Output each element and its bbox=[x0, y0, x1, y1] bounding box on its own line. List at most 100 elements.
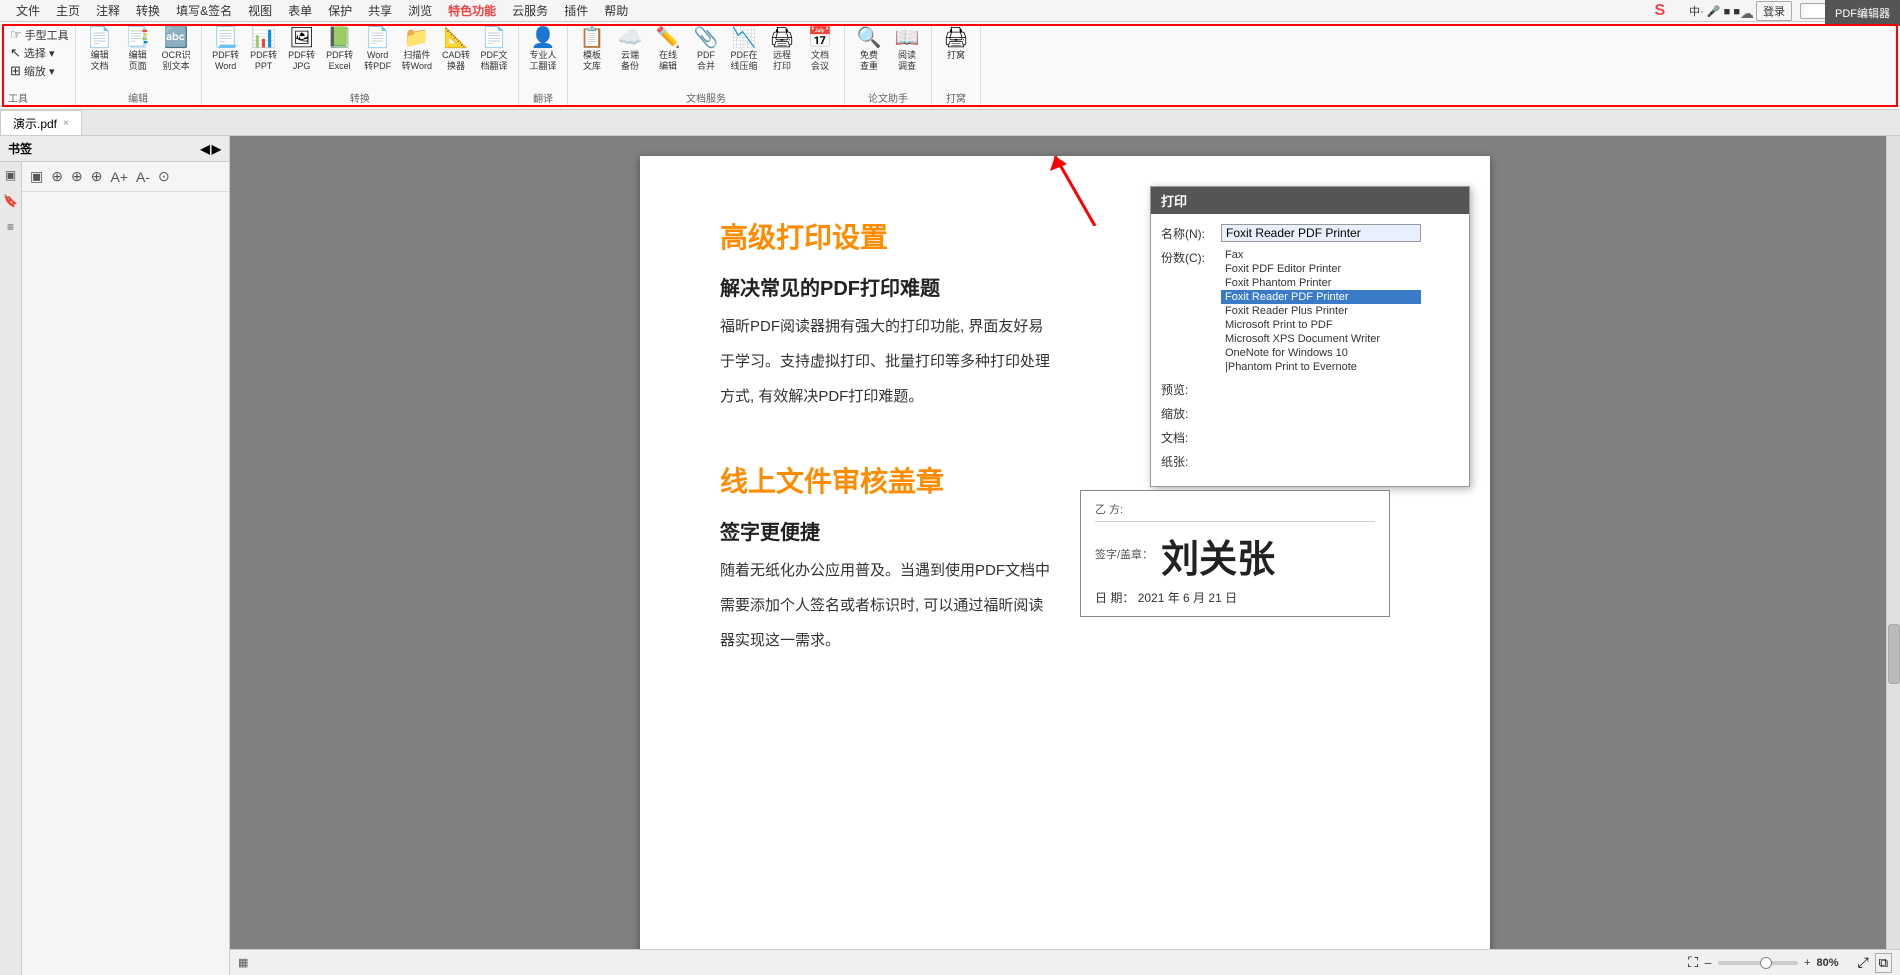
sidebar-nav-forward[interactable]: ▶ bbox=[212, 142, 221, 156]
template-btn[interactable]: 📋 模板文库 bbox=[574, 26, 610, 74]
pdf-to-excel-btn[interactable]: 📗 PDF转Excel bbox=[322, 26, 358, 74]
zoom-tool-btn[interactable]: ⊞ 缩放 ▾ bbox=[8, 62, 71, 80]
select-label: 选择 ▾ bbox=[24, 45, 55, 61]
zoom-label: 缩放 ▾ bbox=[24, 63, 55, 79]
pdf-editor-label: PDF编辑器 bbox=[1835, 5, 1890, 21]
online-edit-btn[interactable]: ✏️ 在线编辑 bbox=[650, 26, 686, 74]
sidebar-nav-back[interactable]: ◀ bbox=[201, 142, 210, 156]
edit-page-btn[interactable]: 📑 编辑页面 bbox=[120, 26, 156, 74]
sidebar-icon-bookmark[interactable]: 🔖 bbox=[2, 192, 20, 210]
pdf-merge-btn[interactable]: 📎 PDF合并 bbox=[688, 26, 724, 74]
ocr-btn[interactable]: 🔤 OCR识别文本 bbox=[158, 26, 195, 74]
pdf-viewer: 高级打印设置 解决常见的PDF打印难题 福昕PDF阅读器拥有强大的打印功能, 界… bbox=[230, 136, 1900, 975]
printer-option-foxit-plus[interactable]: Foxit Reader Plus Printer bbox=[1221, 304, 1421, 318]
menu-item-browse[interactable]: 浏览 bbox=[400, 0, 440, 21]
section-signature: 线上文件审核盖章 签字更便捷 随着无纸化办公应用普及。当遇到使用PDF文档中 需… bbox=[720, 460, 1410, 654]
read-survey-btn[interactable]: 📖 阅读调查 bbox=[889, 26, 925, 74]
pdf-excel-icon: 📗 bbox=[327, 28, 352, 48]
print-dialog-body: 名称(N): Foxit Reader PDF Printer 份数(C): F… bbox=[1151, 214, 1469, 486]
printer-option-ms-xps[interactable]: Microsoft XPS Document Writer bbox=[1221, 332, 1421, 346]
pdf-tab[interactable]: 演示.pdf × bbox=[0, 110, 82, 135]
pdf-scroll-area[interactable]: 高级打印设置 解决常见的PDF打印难题 福昕PDF阅读器拥有强大的打印功能, 界… bbox=[230, 136, 1900, 975]
doc-meeting-btn[interactable]: 📅 文档会议 bbox=[802, 26, 838, 74]
sidebar-tool-font-large[interactable]: A+ bbox=[108, 167, 130, 187]
menu-item-special[interactable]: 特色功能 bbox=[440, 0, 504, 21]
remote-print-icon: 🖨 bbox=[769, 28, 794, 48]
sogou-logo: S bbox=[1647, 0, 1674, 22]
pdf-merge-icon: 📎 bbox=[694, 28, 719, 48]
sidebar-tool-add[interactable]: ▣ bbox=[28, 166, 45, 187]
edit-doc-label: 编辑文档 bbox=[91, 50, 109, 72]
menu-item-share[interactable]: 共享 bbox=[360, 0, 400, 21]
menu-item-view[interactable]: 视图 bbox=[240, 0, 280, 21]
zoom-minus-btn[interactable]: − bbox=[1704, 955, 1712, 971]
main-area: 书签 ◀ ▶ ▣ 🔖 ≡ ▣ ⊕ ⊕ ⊕ A+ A- ⊙ bbox=[0, 136, 1900, 975]
print-dialog: 打印 名称(N): Foxit Reader PDF Printer 份数(C)… bbox=[1150, 186, 1470, 487]
menu-item-sign[interactable]: 填写&签名 bbox=[168, 0, 240, 21]
cloud-icon[interactable]: ☁ bbox=[1740, 5, 1754, 22]
ribbon: ☞ 手型工具 ↖ 选择 ▾ ⊞ 缩放 ▾ 工具 📄 编辑文档 📑 编辑页面 🔤 bbox=[0, 22, 1900, 110]
vertical-scrollbar[interactable] bbox=[1886, 136, 1900, 949]
hand-tool-btn[interactable]: ☞ 手型工具 bbox=[8, 26, 71, 44]
pdf-to-jpg-btn[interactable]: 🖼 PDF转JPG bbox=[284, 26, 320, 74]
cloud-icon: ☁️ bbox=[618, 28, 643, 48]
cloud-backup-btn[interactable]: ☁️ 云端备份 bbox=[612, 26, 648, 74]
select-tool-btn[interactable]: ↖ 选择 ▾ bbox=[8, 44, 71, 62]
menu-item-file[interactable]: 文件 bbox=[8, 0, 48, 21]
edit-group-top: 📄 编辑文档 📑 编辑页面 🔤 OCR识别文本 bbox=[82, 26, 195, 88]
menu-item-protect[interactable]: 保护 bbox=[320, 0, 360, 21]
menu-item-home[interactable]: 主页 bbox=[48, 0, 88, 21]
sogou-tools[interactable]: 中· 🎤 ■ ■ bbox=[1681, 1, 1748, 21]
printer-option-foxit-reader[interactable]: Foxit Reader PDF Printer bbox=[1221, 290, 1421, 304]
printer-option-foxit-phantom[interactable]: Foxit Phantom Printer bbox=[1221, 276, 1421, 290]
sidebar-tool-collapse[interactable]: ⊕ bbox=[69, 166, 85, 187]
sidebar-left-icons: ▣ 🔖 ≡ bbox=[0, 162, 22, 975]
zoom-slider[interactable] bbox=[1718, 961, 1798, 965]
menu-item-annotate[interactable]: 注释 bbox=[88, 0, 128, 21]
tool-group-label: 工具 bbox=[8, 88, 71, 105]
edit-doc-btn[interactable]: 📄 编辑文档 bbox=[82, 26, 118, 74]
menu-item-help[interactable]: 帮助 bbox=[596, 0, 636, 21]
print-btn[interactable]: 🖨 打窝 bbox=[938, 26, 974, 63]
pdf-translate-btn[interactable]: 📄 PDF文档翻译 bbox=[476, 26, 512, 74]
scan-to-word-btn[interactable]: 📁 扫描件转Word bbox=[398, 26, 436, 74]
print-doc-label: 文档: bbox=[1161, 428, 1221, 446]
sidebar-icon-thumbnail[interactable]: ▣ bbox=[2, 166, 20, 184]
print-row-scale: 缩放: bbox=[1161, 404, 1459, 422]
sidebar-tool-font-small[interactable]: A- bbox=[134, 167, 152, 187]
remote-print-btn[interactable]: 🖨 远程打印 bbox=[764, 26, 800, 74]
pdf-editor-btn[interactable]: PDF编辑器 bbox=[1825, 0, 1900, 26]
menu-item-cloud[interactable]: 云服务 bbox=[504, 0, 556, 21]
date-value: 2021 年 6 月 21 日 bbox=[1138, 591, 1237, 605]
scrollbar-thumb[interactable] bbox=[1888, 624, 1900, 684]
pdf-compress-btn[interactable]: 📉 PDF在线压缩 bbox=[726, 26, 762, 74]
convert-group-top: 📃 PDF转Word 📊 PDF转PPT 🖼 PDF转JPG 📗 PDF转Exc… bbox=[208, 26, 512, 88]
sync-icon[interactable]: ↔ bbox=[1762, 5, 1776, 21]
print-name-field[interactable]: Foxit Reader PDF Printer bbox=[1221, 224, 1421, 242]
menu-item-plugin[interactable]: 插件 bbox=[556, 0, 596, 21]
sidebar-tool-expand[interactable]: ⊕ bbox=[49, 166, 65, 187]
free-check-btn[interactable]: 🔍 免费查重 bbox=[851, 26, 887, 74]
pdf-to-word-btn[interactable]: 📃 PDF转Word bbox=[208, 26, 244, 74]
pro-translate-btn[interactable]: 👤 专业人工翻译 bbox=[525, 26, 561, 74]
printer-option-foxit-editor[interactable]: Foxit PDF Editor Printer bbox=[1221, 262, 1421, 276]
sidebar-header: 书签 ◀ ▶ bbox=[0, 136, 229, 162]
sidebar-title: 书签 bbox=[8, 140, 32, 157]
sidebar-tool-settings[interactable]: ⊙ bbox=[156, 166, 172, 187]
fullscreen-btn[interactable]: ⧉ bbox=[1875, 953, 1892, 973]
sidebar-icon-layers[interactable]: ≡ bbox=[2, 218, 20, 236]
menu-item-convert[interactable]: 转换 bbox=[128, 0, 168, 21]
printer-option-onenote[interactable]: OneNote for Windows 10 bbox=[1221, 346, 1421, 360]
menu-item-form[interactable]: 表单 bbox=[280, 0, 320, 21]
word-to-pdf-btn[interactable]: 📄 Word转PDF bbox=[360, 26, 396, 74]
pdf-to-ppt-btn[interactable]: 📊 PDF转PPT bbox=[246, 26, 282, 74]
printer-option-fax[interactable]: Fax bbox=[1221, 248, 1421, 262]
sidebar-tool-edit[interactable]: ⊕ bbox=[89, 166, 105, 187]
printer-option-ms-pdf[interactable]: Microsoft Print to PDF bbox=[1221, 318, 1421, 332]
printer-option-phantom-evernote[interactable]: |Phantom Print to Evernote bbox=[1221, 360, 1421, 374]
fit-page-btn[interactable]: ⛶ bbox=[1688, 954, 1698, 971]
zoom-value: + bbox=[1804, 957, 1810, 969]
expand-btn[interactable]: ⤢ bbox=[1858, 954, 1869, 971]
tab-close-btn[interactable]: × bbox=[63, 118, 69, 129]
cad-converter-btn[interactable]: 📐 CAD转换器 bbox=[438, 26, 474, 74]
